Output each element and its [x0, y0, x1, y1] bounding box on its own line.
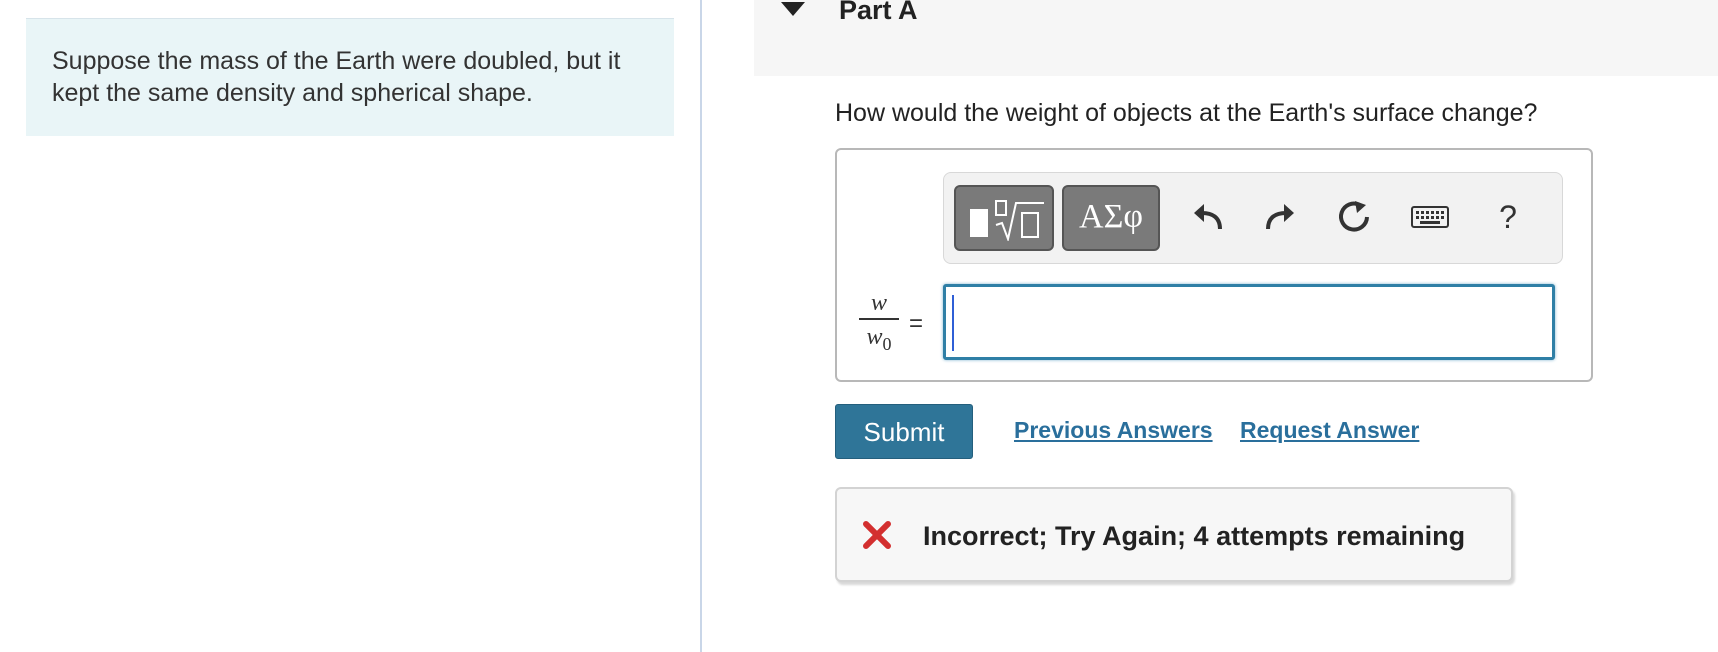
part-title: Part A	[839, 0, 918, 25]
help-button[interactable]: ?	[1490, 199, 1526, 235]
feedback-message: Incorrect; Try Again; 4 attempts remaini…	[923, 521, 1466, 551]
collapse-caret-icon[interactable]	[781, 2, 805, 16]
previous-answers-link[interactable]: Previous Answers	[1014, 417, 1213, 444]
request-answer-link[interactable]: Request Answer	[1240, 417, 1419, 444]
fraction-radical-icon	[995, 200, 1044, 241]
template-block-icon	[970, 209, 988, 237]
fraction-denominator: w0	[859, 324, 899, 357]
text-cursor	[952, 295, 954, 351]
submit-button[interactable]: Submit	[835, 404, 973, 459]
ratio-fraction: w w0	[859, 290, 899, 357]
math-toolbar: ΑΣφ ?	[943, 172, 1563, 264]
undo-icon[interactable]	[1190, 199, 1226, 235]
keyboard-icon[interactable]	[1410, 199, 1450, 235]
answer-box: ΑΣφ ? w w0 =	[835, 148, 1593, 382]
problem-statement-panel: Suppose the mass of the Earth were doubl…	[26, 18, 674, 136]
incorrect-x-icon	[863, 521, 891, 549]
greek-symbols-button[interactable]: ΑΣφ	[1062, 185, 1160, 251]
redo-icon[interactable]	[1262, 199, 1298, 235]
question-text: How would the weight of objects at the E…	[835, 99, 1538, 127]
panel-divider	[700, 0, 702, 652]
feedback-box: Incorrect; Try Again; 4 attempts remaini…	[835, 487, 1513, 582]
denominator-subscript: 0	[882, 333, 892, 354]
problem-text: Suppose the mass of the Earth were doubl…	[52, 47, 621, 107]
part-header[interactable]: Part A	[754, 0, 1718, 76]
fraction-numerator: w	[870, 290, 887, 316]
templates-button[interactable]	[954, 185, 1054, 251]
equals-sign: =	[909, 310, 924, 337]
fraction-bar	[859, 318, 899, 320]
reset-icon[interactable]	[1336, 199, 1372, 235]
denominator-variable: w	[866, 324, 883, 350]
answer-input[interactable]	[943, 284, 1555, 360]
